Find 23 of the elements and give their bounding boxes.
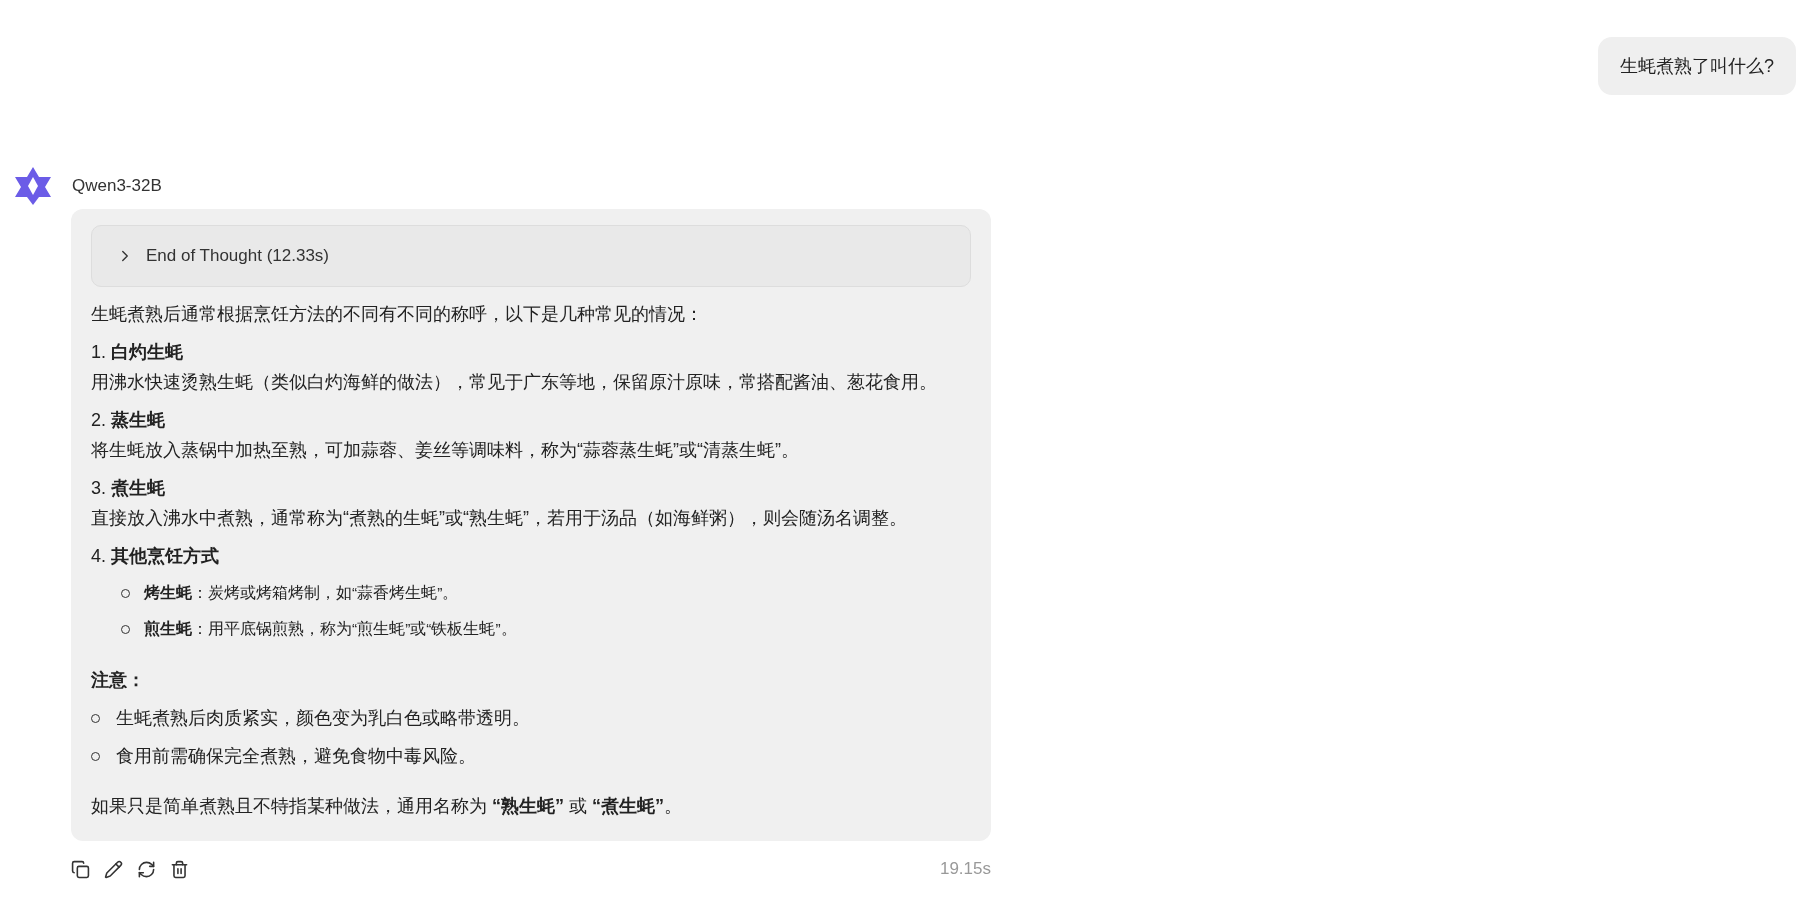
star-logo-icon xyxy=(12,165,54,207)
intro-text: 生蚝煮熟后通常根据烹饪方法的不同有不同的称呼，以下是几种常见的情况： xyxy=(91,303,704,326)
edit-button[interactable] xyxy=(104,859,123,879)
copy-button[interactable] xyxy=(71,859,90,879)
model-name: Qwen3-32B xyxy=(72,176,162,196)
note-heading: 注意： xyxy=(91,669,146,692)
delete-button[interactable] xyxy=(170,859,189,879)
regenerate-button[interactable] xyxy=(137,859,156,879)
thought-toggle[interactable]: End of Thought (12.33s) xyxy=(91,225,971,287)
list-item: 烤生蚝：炭烤或烤箱烤制，如“蒜香烤生蚝”。 xyxy=(144,583,459,603)
note-item: 食用前需确保完全煮熟，避免食物中毒风险。 xyxy=(116,745,476,768)
section-text: 直接放入沸水中煮熟，通常称为“煮熟的生蚝”或“熟生蚝”，若用于汤品（如海鲜粥），则会随汤名调整。 xyxy=(91,507,908,530)
conclusion-text: 如果只是简单煮熟且不特指某种做法，通用名称为 “熟生蚝” 或 “煮生蚝”。 xyxy=(91,795,684,818)
list-item: 煎生蚝：用平底锅煎熟，称为“煎生蚝”或“铁板生蚝”。 xyxy=(144,619,517,639)
user-message: 生蚝煮熟了叫什么? xyxy=(1598,37,1796,95)
section-text: 将生蚝放入蒸锅中加热至熟，可加蒜蓉、姜丝等调味料，称为“蒜蓉蒸生蚝”或“清蒸生蚝”。 xyxy=(91,439,800,462)
section-heading: 2. 蒸生蚝 xyxy=(91,409,167,432)
response-time: 19.15s xyxy=(939,859,991,879)
section-heading: 4. 其他烹饪方式 xyxy=(91,545,221,568)
section-heading: 3. 煮生蚝 xyxy=(91,477,167,500)
section-text: 用沸水快速烫熟生蚝（类似白灼海鲜的做法），常见于广东等地，保留原汁原味，常搭配酱油、葱花食用。 xyxy=(91,371,938,394)
note-item: 生蚝煮熟后肉质紧实，颜色变为乳白色或略带透明。 xyxy=(116,707,530,730)
section-heading: 1. 白灼生蚝 xyxy=(91,341,185,364)
